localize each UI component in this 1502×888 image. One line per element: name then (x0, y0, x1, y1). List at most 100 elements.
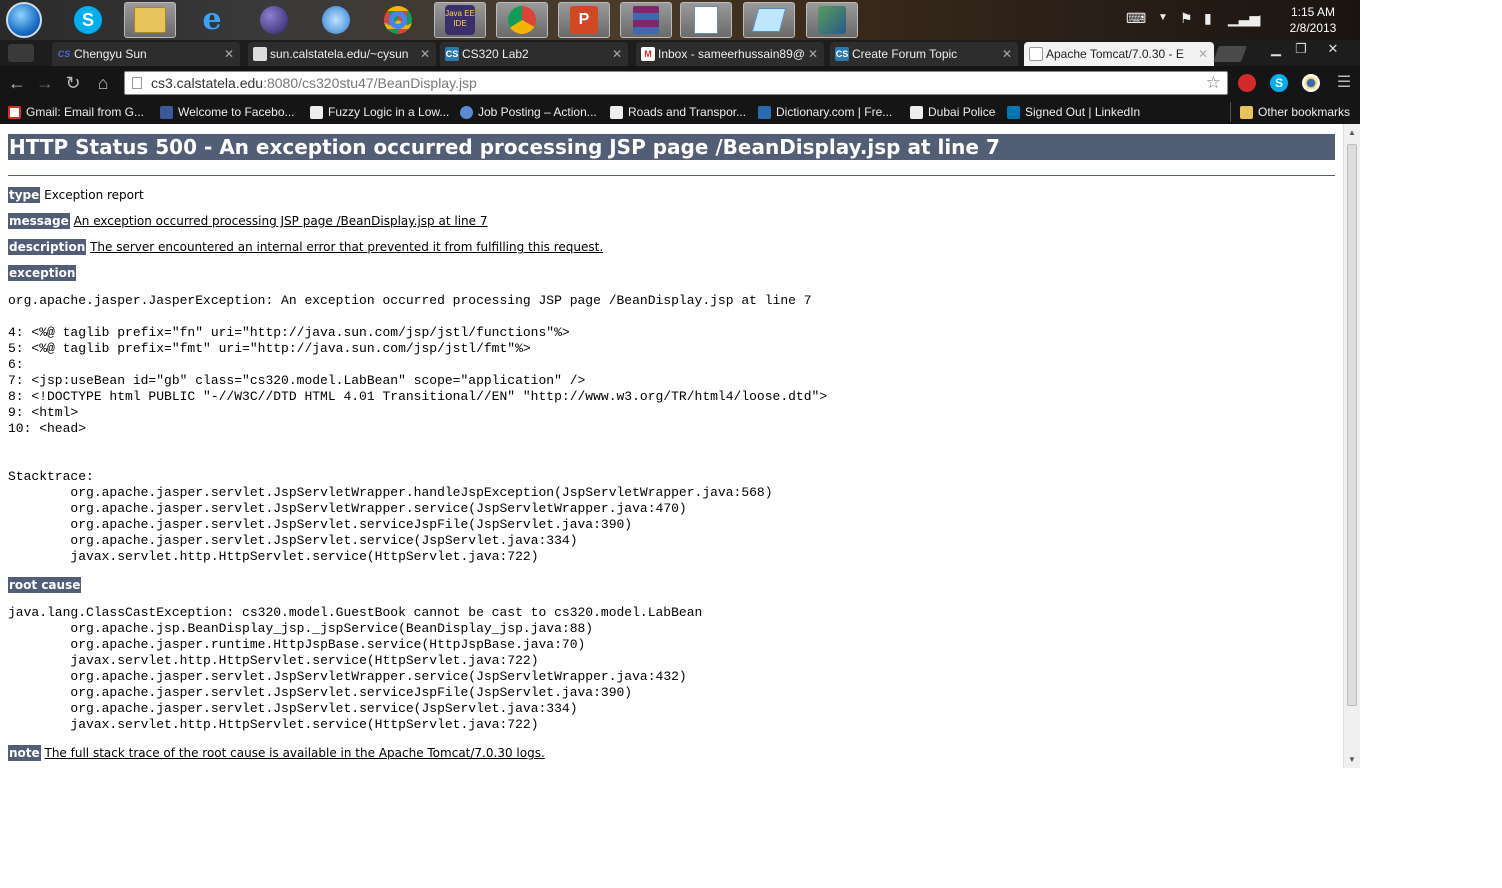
close-tab-icon[interactable]: ✕ (420, 42, 430, 66)
back-icon[interactable]: ← (6, 72, 28, 94)
type-label: type (8, 187, 41, 203)
bookmark-label: Other bookmarks (1258, 105, 1351, 119)
url-path: :8080/cs320stu47/BeanDisplay.jsp (263, 75, 477, 91)
page-favicon-icon (253, 47, 267, 61)
divider (8, 175, 1335, 176)
close-tab-icon[interactable]: ✕ (612, 42, 622, 66)
tab-create-forum-topic[interactable]: CS Create Forum Topic ✕ (830, 42, 1018, 66)
minimize-icon[interactable]: ▁ (1265, 40, 1287, 58)
tab-label: sun.calstatela.edu/~cysun (270, 47, 409, 61)
note-label: note (8, 745, 41, 761)
flag-icon[interactable]: ⚑ (1180, 10, 1193, 27)
note-value: The full stack trace of the root cause i… (44, 746, 545, 760)
page-icon (610, 106, 623, 119)
adblock-icon[interactable] (1238, 74, 1256, 92)
message-value: An exception occurred processing JSP pag… (73, 214, 488, 228)
bookmark-linkedin[interactable]: Signed Out | LinkedIn (1007, 102, 1140, 122)
taskbar-wordpad[interactable] (680, 2, 732, 38)
ie-icon: e (202, 2, 222, 37)
address-bar[interactable]: cs3.calstatela.edu:8080/cs320stu47/BeanD… (124, 71, 1228, 95)
bookmark-roads[interactable]: Roads and Transpor... (610, 102, 746, 122)
tab-inbox[interactable]: M Inbox - sameerhussain89@ ✕ (636, 42, 824, 66)
bookmark-dubai-police[interactable]: Dubai Police (910, 102, 995, 122)
close-tab-icon[interactable]: ✕ (1002, 42, 1012, 66)
type-row: type Exception report (8, 187, 144, 203)
bookmark-label: Dictionary.com | Fre... (776, 105, 893, 119)
chrome-menu-icon[interactable]: ☰ (1333, 72, 1355, 94)
skype-icon: S (74, 6, 102, 34)
taskbar-explorer[interactable] (124, 2, 176, 38)
browser-toolbar: ← → ↻ ⌂ cs3.calstatela.edu:8080/cs320stu… (0, 66, 1360, 100)
type-value: Exception report (44, 188, 144, 202)
url-host: cs3.calstatela.edu (151, 75, 264, 91)
taskbar-internet-explorer[interactable]: e (186, 2, 238, 38)
root-cause-row: root cause (8, 577, 82, 593)
vertical-scrollbar[interactable]: ▲ ▼ (1343, 124, 1360, 768)
taskbar-java-ee-ide[interactable]: Java EE IDE (434, 2, 486, 38)
exception-label: exception (8, 265, 77, 281)
scroll-up-icon[interactable]: ▲ (1344, 128, 1360, 137)
page-favicon-icon (1029, 47, 1043, 61)
bookmark-gmail[interactable]: Gmail: Email from G... (8, 102, 144, 122)
taskbar-winrar[interactable] (620, 2, 672, 38)
taskbar-itunes[interactable] (310, 2, 362, 38)
skype-extension-icon[interactable]: S (1270, 74, 1288, 92)
exception-stacktrace: org.apache.jasper.JasperException: An ex… (8, 293, 828, 564)
bookmark-dictionary[interactable]: Dictionary.com | Fre... (758, 102, 892, 122)
winrar-icon (633, 6, 659, 34)
tab-label: Chengyu Sun (74, 47, 147, 61)
taskbar-chrome[interactable] (372, 2, 424, 38)
tab-label: Create Forum Topic (852, 47, 958, 61)
wordpad-icon (694, 6, 718, 34)
bookmark-fuzzy-logic[interactable]: Fuzzy Logic in a Low... (310, 102, 449, 122)
tab-cs320-lab2[interactable]: CS CS320 Lab2 ✕ (440, 42, 628, 66)
description-row: description The server encountered an in… (8, 239, 603, 255)
gmail-icon: M (641, 47, 655, 61)
bookmark-job-posting[interactable]: Job Posting – Action... (460, 102, 597, 122)
bookmark-label: Signed Out | LinkedIn (1025, 105, 1141, 119)
new-tab-button[interactable] (1213, 46, 1247, 62)
bookmark-facebook[interactable]: Welcome to Facebo... (160, 102, 295, 122)
keyboard-icon[interactable]: ⌨ (1126, 10, 1146, 27)
note-row: note The full stack trace of the root ca… (8, 745, 545, 761)
tab-label: CS320 Lab2 (462, 47, 529, 61)
tab-sun-calstatela[interactable]: sun.calstatela.edu/~cysun ✕ (248, 42, 436, 66)
globe-icon (460, 106, 473, 119)
system-tray: ⌨ ▼ ⚑ ▮ ▁▃▅ 🔈︎ (1126, 10, 1276, 30)
taskbar-chrome-active[interactable] (496, 2, 548, 38)
close-window-icon[interactable]: ✕ (1322, 40, 1344, 58)
tab-apache-tomcat[interactable]: Apache Tomcat/7.0.30 - E ✕ (1024, 42, 1214, 66)
root-cause-stacktrace: java.lang.ClassCastException: cs320.mode… (8, 605, 703, 732)
browser-menu-icon[interactable] (8, 44, 34, 62)
taskbar-network[interactable] (806, 2, 858, 38)
tab-chengyu-sun[interactable]: CS Chengyu Sun ✕ (52, 42, 240, 66)
home-icon[interactable]: ⌂ (92, 72, 114, 94)
taskbar-powerpoint[interactable]: P (558, 2, 610, 38)
clock[interactable]: 1:15 AM 2/8/2013 (1283, 4, 1343, 36)
forward-icon[interactable]: → (34, 72, 56, 94)
close-tab-icon[interactable]: ✕ (808, 42, 818, 66)
taskbar-skype[interactable]: S (62, 2, 114, 38)
eye-extension-icon[interactable] (1302, 74, 1320, 92)
clock-date: 2/8/2013 (1289, 21, 1337, 35)
power-icon[interactable]: ▮ (1204, 10, 1212, 27)
taskbar-notes[interactable] (743, 2, 795, 38)
taskbar-eclipse[interactable] (248, 2, 300, 38)
cs-favicon-icon: CS (445, 47, 459, 61)
close-tab-icon[interactable]: ✕ (224, 42, 234, 66)
page-title: HTTP Status 500 - An exception occurred … (8, 134, 1335, 160)
windows-taskbar: S e Java EE IDE P ⌨ ▼ ⚑ ▮ ▁▃▅ 🔈︎ 1:15 AM … (0, 0, 1360, 40)
tray-expand-icon[interactable]: ▼ (1158, 12, 1168, 23)
bookmark-star-icon[interactable]: ☆ (1206, 72, 1221, 94)
restore-icon[interactable]: ❐ (1290, 40, 1312, 58)
reload-icon[interactable]: ↻ (62, 72, 84, 94)
description-label: description (8, 239, 87, 255)
scroll-down-icon[interactable]: ▼ (1344, 755, 1360, 764)
bookmarks-divider (1230, 102, 1231, 122)
volume-icon[interactable]: 🔈︎ (1256, 10, 1264, 27)
scrollbar-thumb[interactable] (1347, 144, 1357, 706)
itunes-icon (322, 6, 350, 34)
close-tab-icon[interactable]: ✕ (1198, 42, 1208, 66)
other-bookmarks[interactable]: Other bookmarks (1240, 102, 1350, 122)
start-button[interactable] (4, 2, 44, 38)
